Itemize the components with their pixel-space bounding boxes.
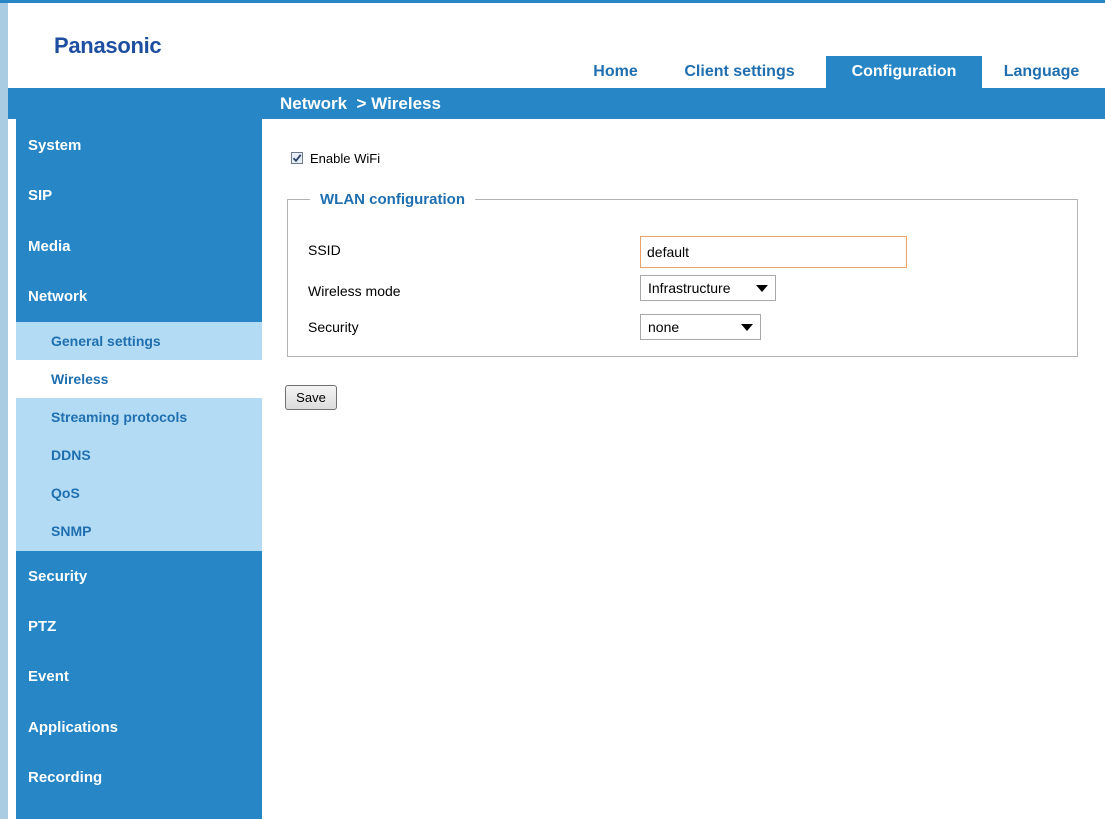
top-edge-strip (0, 0, 1105, 3)
sidebar-item-applications[interactable]: Applications (28, 703, 118, 753)
security-select[interactable]: none (640, 314, 761, 340)
sidebar-item-sip[interactable]: SIP (28, 171, 52, 221)
submenu-item-label: DDNS (51, 447, 91, 463)
tab-configuration[interactable]: Configuration (826, 56, 982, 88)
submenu-item-label: SNMP (51, 523, 92, 539)
submenu-item-ddns[interactable]: DDNS (16, 436, 262, 474)
dropdown-arrow-icon (756, 285, 768, 292)
ssid-label: SSID (308, 242, 341, 258)
tab-client-settings[interactable]: Client settings (658, 56, 821, 88)
enable-wifi-row: Enable WiFi (291, 148, 380, 168)
submenu-item-qos[interactable]: QoS (16, 474, 262, 512)
submenu-item-general-settings[interactable]: General settings (16, 322, 262, 360)
top-navigation: Home Client settings Configuration Langu… (0, 56, 1105, 88)
checkmark-icon (292, 154, 302, 163)
submenu-item-label: Wireless (51, 371, 109, 387)
wireless-mode-label: Wireless mode (308, 283, 401, 299)
dropdown-arrow-icon (741, 324, 753, 331)
sidebar-item-event[interactable]: Event (28, 652, 69, 702)
ssid-input[interactable] (640, 236, 907, 268)
submenu-item-snmp[interactable]: SNMP (16, 512, 262, 550)
left-edge-strip (0, 0, 8, 819)
sidebar-item-security[interactable]: Security (28, 552, 87, 602)
submenu-item-wireless[interactable]: Wireless (16, 360, 262, 398)
wlan-configuration-legend: WLAN configuration (310, 190, 475, 210)
page-header-bar (8, 88, 1105, 119)
save-button[interactable]: Save (285, 385, 337, 410)
submenu-item-label: QoS (51, 485, 80, 501)
sidebar-item-network[interactable]: Network (28, 272, 87, 322)
enable-wifi-label: Enable WiFi (310, 150, 381, 166)
sidebar-item-media[interactable]: Media (28, 222, 71, 272)
security-label: Security (308, 319, 359, 335)
sidebar-item-system[interactable]: System (28, 121, 81, 171)
security-value: none (648, 319, 680, 335)
submenu-item-label: Streaming protocols (51, 409, 188, 425)
tab-language[interactable]: Language (984, 56, 1099, 88)
breadcrumb: Network > Wireless (280, 94, 441, 113)
tab-home[interactable]: Home (576, 56, 655, 88)
sidebar-item-recording[interactable]: Recording (28, 753, 102, 803)
submenu-item-label: General settings (51, 333, 161, 349)
enable-wifi-checkbox[interactable] (291, 152, 303, 164)
wireless-mode-value: Infrastructure (648, 280, 731, 296)
wireless-mode-select[interactable]: Infrastructure (640, 275, 776, 301)
submenu-item-streaming-protocols[interactable]: Streaming protocols (16, 398, 262, 436)
sidebar-item-ptz[interactable]: PTZ (28, 602, 56, 652)
